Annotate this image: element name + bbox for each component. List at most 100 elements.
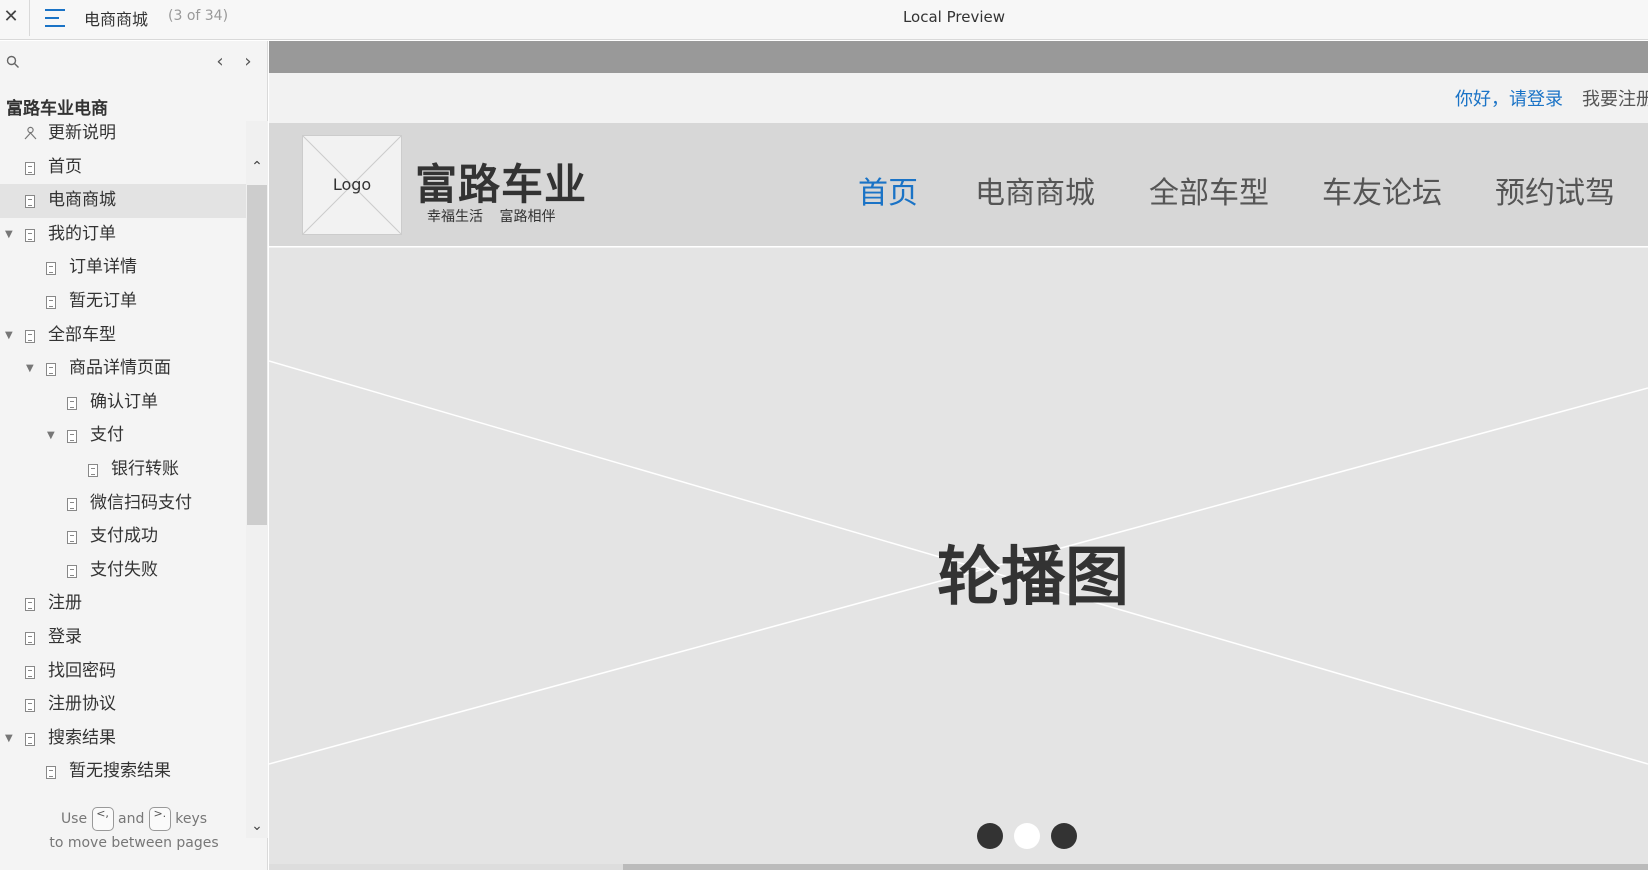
divider [29,0,30,36]
tree-item-label: 搜索结果 [48,727,116,748]
page-icon [25,195,35,209]
tree-item-login[interactable]: 登录 [0,621,246,655]
nav-forum[interactable]: 车友论坛 [1322,168,1442,212]
tree-item-no-orders[interactable]: 暂无订单 [0,285,246,319]
next-page-button[interactable]: › [238,52,258,74]
nav-home[interactable]: 首页 [858,168,918,212]
prev-key-icon: <, [91,807,114,831]
page-icon [25,598,35,612]
tree-item-label: 支付失败 [90,559,158,580]
tree-item-label: 电商商城 [48,190,116,211]
page-icon [25,699,35,713]
tree-item-bank-transfer[interactable]: 银行转账 [0,453,246,487]
brand-name: 富路车业 [415,160,588,209]
page-icon [46,363,56,377]
page-icon [46,295,56,309]
carousel-dot[interactable] [1014,823,1040,849]
carousel-dot[interactable] [977,823,1003,849]
help-text: to move between pages [49,835,219,851]
current-page-name: 电商商城 [84,10,149,29]
previous-page-button[interactable]: ‹ [210,52,230,74]
page-preview: 你好，请登录 我要注册 Logo 富路车业 幸福生活 富路相伴 首页 电商商城 … [269,41,1648,870]
search-row: ‹ › [0,51,268,75]
tree-item-product-detail[interactable]: ▼ 商品详情页面 [0,352,246,386]
close-button[interactable]: ✕ [0,0,22,36]
page-icon [25,329,35,343]
tree-item-register-agreement[interactable]: 注册协议 [0,688,246,722]
page-tree: 更新说明 首页 电商商城 ▼ 我的订单 订单详情 暂无订单 ▼ 全部车型 ▼ 商… [0,117,246,789]
tree-item-label: 暂无订单 [69,290,137,311]
page-icon [67,396,77,410]
brand-slogan: 幸福生活 富路相伴 [427,209,556,225]
carousel-dot[interactable] [1051,823,1077,849]
page-icon [25,228,35,242]
tree-item-payment-success[interactable]: 支付成功 [0,520,246,554]
tree-item-label: 注册协议 [48,694,116,715]
tree-item-search-results[interactable]: ▼ 搜索结果 [0,722,246,756]
help-text: Use [60,811,88,827]
nav-mall[interactable]: 电商商城 [975,168,1095,212]
page-icon [67,531,77,545]
site-header: Logo 富路车业 幸福生活 富路相伴 首页 电商商城 全部车型 车友论坛 预约… [269,123,1648,247]
carousel-banner[interactable]: 轮播图 [269,248,1648,870]
register-link[interactable]: 我要注册 [1582,85,1648,111]
hamburger-menu-icon[interactable] [45,9,65,27]
page-icon [88,463,98,477]
scrollbar-thumb[interactable] [623,864,1648,870]
tree-item-label: 更新说明 [48,123,116,143]
tree-item-label: 支付成功 [90,526,158,547]
top-band [269,41,1648,73]
page-icon [25,631,35,645]
tree-item-register[interactable]: 注册 [0,587,246,621]
tree-item-label: 微信扫码支付 [90,492,192,513]
tree-item-confirm-order[interactable]: 确认订单 [0,386,246,420]
tree-item-wechat-pay[interactable]: 微信扫码支付 [0,487,246,521]
tree-item-all-models[interactable]: ▼ 全部车型 [0,319,246,353]
tree-item-forgot-password[interactable]: 找回密码 [0,655,246,689]
tree-item-label: 注册 [48,593,82,614]
tree-item-label: 首页 [48,156,82,177]
nav-test-drive[interactable]: 预约试驾 [1495,168,1615,212]
search-icon [6,55,19,68]
tree-item-payment-failed[interactable]: 支付失败 [0,554,246,588]
top-bar: ✕ 电商商城 (3 of 34) Local Preview [0,0,1648,40]
page-icon [67,497,77,511]
expand-arrow-icon[interactable]: ▼ [5,722,13,756]
sitemap-sidebar: ‹ › 富路车业电商 更新说明 首页 电商商城 ▼ 我的订单 订单详情 暂无订单… [0,41,268,870]
page-icon [67,430,77,444]
tree-item-no-search-results[interactable]: 暂无搜索结果 [0,755,246,789]
tree-item-update-notes[interactable]: 更新说明 [0,117,246,151]
tree-item-order-detail[interactable]: 订单详情 [0,251,246,285]
carousel-label: 轮播图 [937,541,1129,615]
tree-item-label: 银行转账 [111,458,179,479]
tree-item-label: 订单详情 [69,257,137,278]
scrollbar-thumb[interactable] [247,185,267,525]
scroll-up-icon[interactable]: ⌃ [246,159,268,175]
tree-item-my-orders[interactable]: ▼ 我的订单 [0,218,246,252]
expand-arrow-icon[interactable]: ▼ [5,218,13,252]
help-text: keys [175,811,208,827]
sidebar-scrollbar[interactable]: ⌃ ⌄ [246,121,268,838]
logo-text: Logo [332,175,372,194]
tree-item-mall[interactable]: 电商商城 [0,184,246,218]
page-icon [67,564,77,578]
nav-all-models[interactable]: 全部车型 [1149,168,1269,212]
tree-item-home[interactable]: 首页 [0,151,246,185]
tree-item-label: 支付 [90,425,124,446]
horizontal-scrollbar[interactable] [269,864,1648,870]
login-bar: 你好，请登录 我要注册 [269,73,1648,123]
page-icon [25,732,35,746]
help-text: and [118,811,145,827]
page-icon [46,262,56,276]
next-key-icon: >. [148,807,171,831]
expand-arrow-icon[interactable]: ▼ [5,319,13,353]
expand-arrow-icon[interactable]: ▼ [47,419,55,453]
page-icon [46,766,56,780]
expand-arrow-icon[interactable]: ▼ [26,352,34,386]
tree-item-payment[interactable]: ▼ 支付 [0,419,246,453]
tree-item-label: 商品详情页面 [69,358,171,379]
search-input[interactable] [22,51,202,75]
sitemap-icon [24,126,37,140]
project-title: 富路车业电商 [6,99,108,119]
login-link[interactable]: 你好，请登录 [1455,85,1563,111]
